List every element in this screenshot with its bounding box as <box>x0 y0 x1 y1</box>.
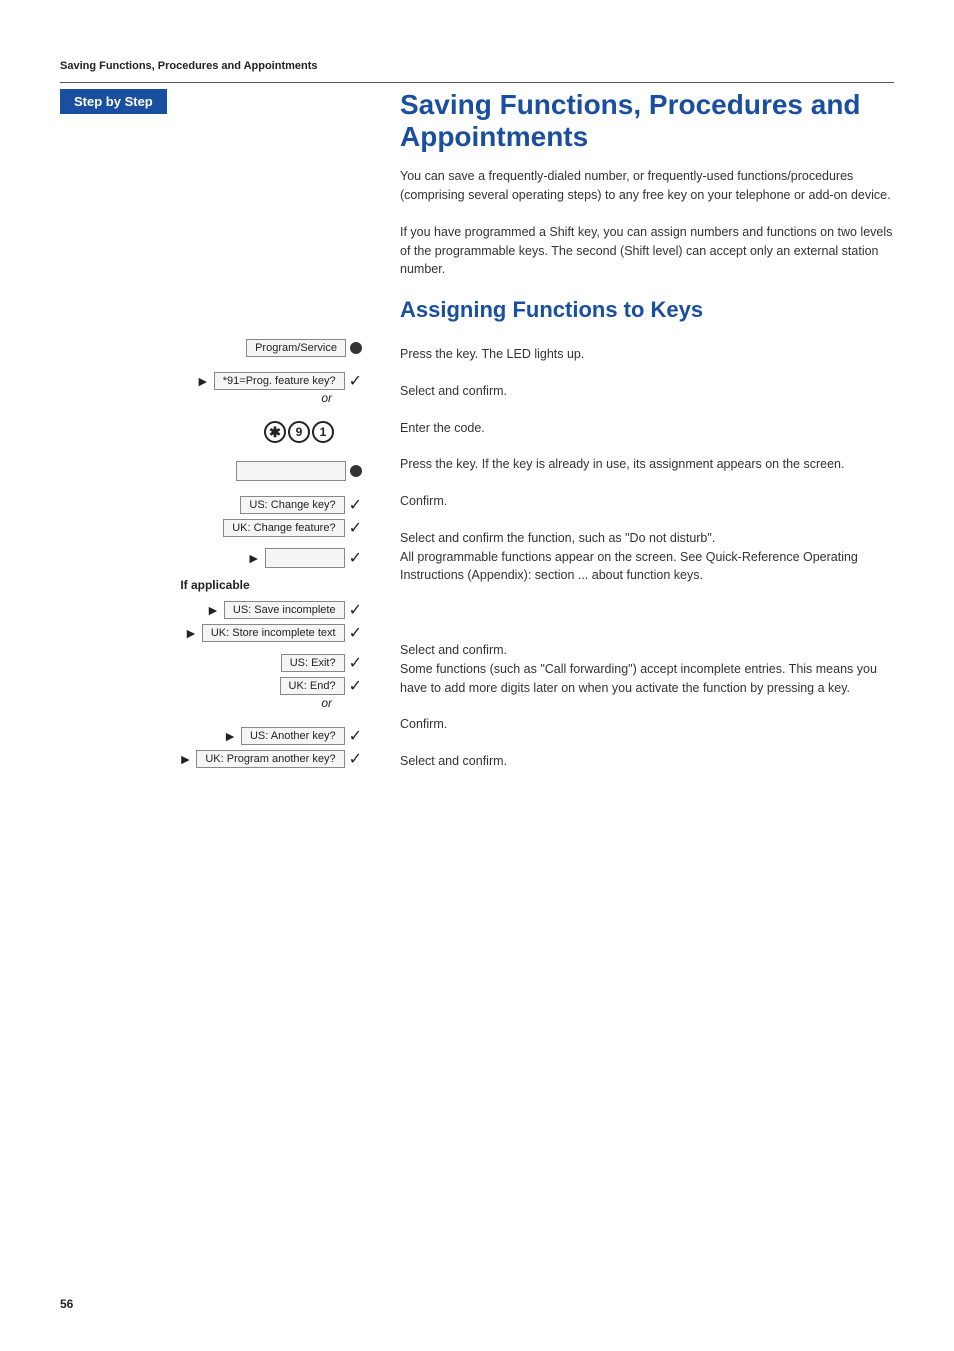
star-circle: ✱ <box>264 421 286 443</box>
arrow-icon: ► <box>196 373 210 389</box>
steps-left: Program/Service ► *91=Prog. feature key?… <box>60 339 380 789</box>
program-service-row: Program/Service <box>246 339 362 357</box>
desc-step3: Enter the code. <box>400 419 894 438</box>
arrow-icon6: ► <box>179 751 193 767</box>
uk-store-row: ► UK: Store incomplete text ✓ <box>60 623 362 643</box>
step9-ui: US: Exit? ✓ UK: End? ✓ or <box>60 653 370 716</box>
us-exit-key: US: Exit? <box>281 654 345 672</box>
checkmark10: ✓ <box>349 749 362 769</box>
step5-ui: US: Change key? ✓ UK: Change feature? ✓ <box>60 495 370 538</box>
program-service-key: Program/Service <box>246 339 346 357</box>
blank-key <box>236 461 346 481</box>
uk-program-another-key: UK: Program another key? <box>196 750 344 768</box>
steps-right: Press the key. The LED lights up. Select… <box>380 339 894 789</box>
nine-circle: 9 <box>288 421 310 443</box>
steps-container: Program/Service ► *91=Prog. feature key?… <box>60 339 894 789</box>
us-change-row: US: Change key? ✓ <box>60 495 362 515</box>
checkmark6: ✓ <box>349 623 362 643</box>
checkmark7: ✓ <box>349 653 362 673</box>
desc-step10: Select and confirm. <box>400 752 894 771</box>
or-label2: or <box>321 696 332 710</box>
section-heading: Assigning Functions to Keys <box>400 297 894 323</box>
one-circle: 1 <box>312 421 334 443</box>
main-content: Saving Functions, Procedures andAppointm… <box>380 89 894 339</box>
uk-store-key: UK: Store incomplete text <box>202 624 345 642</box>
step2-ui: ► *91=Prog. feature key? ✓ or <box>60 371 370 411</box>
arrow-icon5: ► <box>223 728 237 744</box>
spacer-if-applicable <box>400 603 894 641</box>
header-rule-area: Saving Functions, Procedures and Appoint… <box>60 60 894 83</box>
step1-ui: Program/Service <box>60 339 370 361</box>
checkmark4: ✓ <box>349 548 362 568</box>
or-label1: or <box>321 391 332 405</box>
desc-step4: Press the key. If the key is already in … <box>400 455 894 474</box>
step6-ui: ► ✓ <box>60 548 370 568</box>
sidebar: Step by Step <box>60 89 380 339</box>
checkmark8: ✓ <box>349 676 362 696</box>
checkmark1: ✓ <box>349 371 362 391</box>
blank-key-row <box>236 461 362 481</box>
header-divider <box>60 82 894 83</box>
us-another-key: US: Another key? <box>241 727 345 745</box>
if-applicable-label: If applicable <box>60 578 370 592</box>
step-by-step-box: Step by Step <box>60 89 167 114</box>
uk-end-key: UK: End? <box>280 677 345 695</box>
prog-feature-row: ► *91=Prog. feature key? ✓ <box>60 371 362 391</box>
us-exit-row: US: Exit? ✓ <box>60 653 362 673</box>
step8-ui: ► US: Save incomplete ✓ ► UK: Store inco… <box>60 600 370 643</box>
blank-key2 <box>265 548 345 568</box>
main-intro-1: You can save a frequently-dialed number,… <box>400 167 894 205</box>
us-change-key: US: Change key? <box>240 496 344 514</box>
page: Saving Functions, Procedures and Appoint… <box>0 0 954 1351</box>
step10-ui: ► US: Another key? ✓ ► UK: Program anoth… <box>60 726 370 769</box>
arrow-icon4: ► <box>184 625 198 641</box>
header-label: Saving Functions, Procedures and Appoint… <box>60 60 894 72</box>
checkmark5: ✓ <box>349 600 362 620</box>
desc-step1: Press the key. The LED lights up. <box>400 345 894 364</box>
desc-step6: Select and confirm the function, such as… <box>400 529 894 585</box>
desc-step2: Select and confirm. <box>400 382 894 401</box>
step3-ui: ✱ 9 1 <box>60 421 370 451</box>
prog-feature-key: *91=Prog. feature key? <box>214 372 345 390</box>
us-save-row: ► US: Save incomplete ✓ <box>60 600 362 620</box>
arrow-icon2: ► <box>247 550 261 566</box>
checkmark3: ✓ <box>349 518 362 538</box>
main-intro-2: If you have programmed a Shift key, you … <box>400 223 894 279</box>
uk-program-row: ► UK: Program another key? ✓ <box>60 749 362 769</box>
desc-step8: Select and confirm.Some functions (such … <box>400 641 894 697</box>
step4-ui <box>60 461 370 485</box>
led-dot <box>350 342 362 354</box>
desc-step5: Confirm. <box>400 492 894 511</box>
checkmark9: ✓ <box>349 726 362 746</box>
main-title: Saving Functions, Procedures andAppointm… <box>400 89 894 153</box>
uk-change-feature: UK: Change feature? <box>223 519 344 537</box>
content-area: Step by Step Saving Functions, Procedure… <box>60 89 894 339</box>
led-dot2 <box>350 465 362 477</box>
arrow-blank-row: ► ✓ <box>60 548 362 568</box>
us-save-key: US: Save incomplete <box>224 601 345 619</box>
page-number: 56 <box>60 1297 73 1311</box>
uk-change-row: UK: Change feature? ✓ <box>60 518 362 538</box>
code-circles: ✱ 9 1 <box>262 421 362 443</box>
checkmark2: ✓ <box>349 495 362 515</box>
arrow-icon3: ► <box>206 602 220 618</box>
desc-step9: Confirm. <box>400 715 894 734</box>
uk-end-row: UK: End? ✓ <box>60 676 362 696</box>
us-another-row: ► US: Another key? ✓ <box>60 726 362 746</box>
